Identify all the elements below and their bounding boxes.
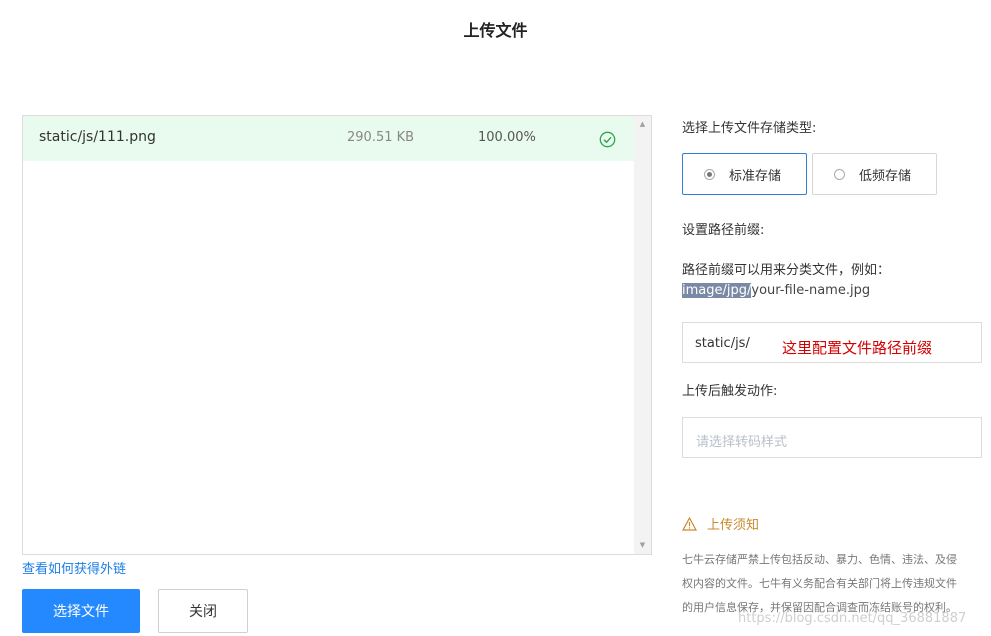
notice-line: 权内容的文件。七牛有义务配合有关部门将上传违规文件 (682, 577, 957, 590)
file-name: static/js/111.png (39, 129, 156, 145)
path-prefix-label: 设置路径前缀: (682, 223, 765, 238)
radio-standard-storage[interactable]: 标准存储 (682, 153, 807, 195)
choose-file-button[interactable]: 选择文件 (22, 589, 140, 633)
external-link-help[interactable]: 查看如何获得外链 (22, 558, 126, 577)
storage-type-label: 选择上传文件存储类型: (682, 121, 817, 136)
file-list-panel: static/js/111.png 290.51 KB 100.00% ▲ ▼ (22, 115, 652, 555)
dialog-title: 上传文件 (463, 21, 528, 40)
file-size: 290.51 KB (347, 130, 415, 145)
radio-checked-icon (704, 168, 715, 180)
file-progress: 100.00% (478, 130, 536, 145)
scroll-down-arrow-icon[interactable]: ▼ (634, 537, 651, 554)
watermark: https://blog.csdn.net/qq_36881887 (738, 611, 967, 626)
radio-standard-label: 标准存储 (729, 168, 782, 184)
check-circle-icon (599, 131, 616, 148)
transcode-style-select[interactable]: 请选择转码样式 (682, 417, 982, 458)
upload-notice-text: 七牛云存储严禁上传包括反动、暴力、色情、违法、及侵 权内容的文件。七牛有义务配合… (682, 548, 984, 620)
radio-low-label: 低频存储 (859, 168, 912, 184)
path-prefix-value: static/js/ (695, 336, 750, 351)
prefix-annotation: 这里配置文件路径前缀 (782, 339, 933, 357)
upload-notice-title: 上传须知 (682, 514, 759, 533)
warning-icon (682, 516, 697, 531)
scroll-up-arrow-icon[interactable]: ▲ (634, 116, 651, 133)
radio-unchecked-icon (834, 168, 845, 180)
post-upload-action-label: 上传后触发动作: (682, 384, 778, 399)
close-button[interactable]: 关闭 (158, 589, 248, 633)
path-prefix-example: image/jpg/your-file-name.jpg (682, 283, 870, 298)
example-rest: your-file-name.jpg (751, 283, 871, 298)
upload-notice-title-text: 上传须知 (707, 518, 760, 533)
file-row[interactable]: static/js/111.png 290.51 KB 100.00% (23, 116, 634, 161)
path-prefix-hint: 路径前缀可以用来分类文件，例如： (682, 263, 891, 278)
example-highlight: image/jpg/ (682, 283, 752, 298)
notice-line: 七牛云存储严禁上传包括反动、暴力、色情、违法、及侵 (682, 553, 957, 566)
transcode-style-placeholder: 请选择转码样式 (696, 435, 788, 450)
file-list-scrollbar[interactable]: ▲ ▼ (634, 116, 651, 554)
radio-low-frequency-storage[interactable]: 低频存储 (812, 153, 937, 195)
